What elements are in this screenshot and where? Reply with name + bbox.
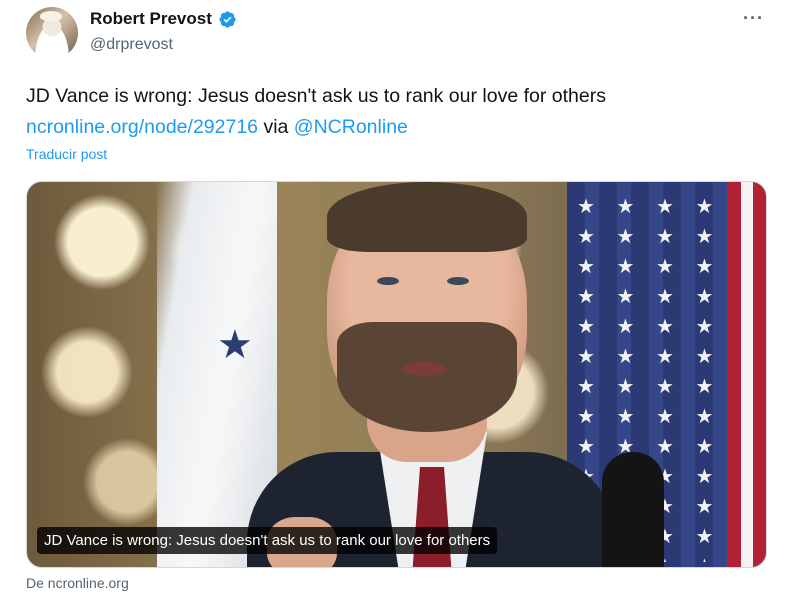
link-card-image[interactable]: ★ ★ ★ ★ ★ ★ ★ ★ ★ ★ ★ ★ ★ ★ ★ ★ ★ ★ ★ ★ …: [26, 181, 767, 568]
card-source[interactable]: De ncronline.org: [26, 575, 129, 591]
tweet-via-text: via: [258, 116, 294, 138]
tweet-mention[interactable]: @NCRonline: [294, 116, 408, 138]
translate-post-link[interactable]: Traducir post: [26, 146, 107, 162]
more-options-icon[interactable]: ···: [743, 8, 764, 29]
tweet-main-text: JD Vance is wrong: Jesus doesn't ask us …: [26, 85, 606, 107]
verified-badge-icon: [218, 10, 237, 29]
author-handle[interactable]: @drprevost: [90, 36, 173, 54]
tweet-link[interactable]: ncronline.org/node/292716: [26, 116, 258, 138]
author-name-row: Robert Prevost: [90, 9, 237, 29]
card-caption: JD Vance is wrong: Jesus doesn't ask us …: [37, 527, 498, 554]
author-display-name[interactable]: Robert Prevost: [90, 9, 212, 29]
tweet-text: JD Vance is wrong: Jesus doesn't ask us …: [26, 81, 766, 143]
speaker-photo: [227, 182, 664, 567]
avatar[interactable]: [26, 7, 78, 59]
microphone-icon: [602, 452, 664, 567]
